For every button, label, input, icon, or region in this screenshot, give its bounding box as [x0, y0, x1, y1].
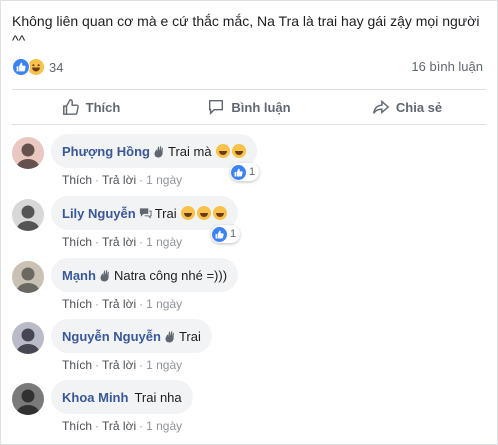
- avatar[interactable]: [12, 137, 44, 169]
- like-reaction-icon: [231, 164, 246, 180]
- comment-reply-link[interactable]: Trả lời: [102, 419, 136, 433]
- separator-dot: ·: [139, 419, 144, 433]
- comment-meta: Thích · Trả lời · 1 ngày: [62, 297, 182, 311]
- comment-bubble: Nguyễn Nguyễn Trai: [51, 319, 212, 353]
- comment-time[interactable]: 1 ngày: [146, 235, 182, 249]
- comment-text: Trai: [178, 328, 201, 344]
- separator-dot: ·: [95, 297, 100, 311]
- comment-item: Khoa Minh Trai nha Thích · Trả lời · 1 ngày: [12, 380, 482, 436]
- separator-dot: ·: [95, 173, 100, 187]
- laughing-emoji-icon: [196, 206, 211, 220]
- share-button[interactable]: Chia sẻ: [328, 90, 486, 124]
- share-button-label: Chia sẻ: [395, 99, 443, 115]
- action-bar: Thích Bình luận Chia sẻ: [12, 90, 486, 124]
- comment-item: Phượng Hồng Trai mà Thích · Trả lời · 1 ngày…: [12, 134, 482, 190]
- separator-dot: ·: [139, 235, 144, 249]
- comment-bubble: Khoa Minh Trai nha: [51, 380, 193, 414]
- comment-button[interactable]: Bình luận: [170, 90, 328, 124]
- separator-dot: ·: [95, 419, 100, 433]
- comment-text: Trai mà: [167, 143, 212, 159]
- laughing-emoji-icon: [231, 144, 246, 158]
- separator-dot: ·: [95, 358, 100, 372]
- separator-dot: ·: [95, 235, 100, 249]
- comment-meta: Thích · Trả lời · 1 ngày: [62, 419, 182, 433]
- speech-bubble-icon: [209, 99, 224, 116]
- laughing-emoji-icon: [212, 206, 227, 220]
- comment-time[interactable]: 1 ngày: [146, 358, 182, 372]
- comment-text: Trai: [154, 205, 177, 221]
- comment-bubble: Mạnh Natra công nhé =))): [51, 258, 239, 292]
- wave-icon: [164, 330, 176, 343]
- post-text: Không liên quan cơ mà e cứ thắc mắc, Na …: [12, 13, 480, 48]
- comment-reply-link[interactable]: Trả lời: [102, 297, 136, 311]
- wave-icon: [99, 269, 111, 282]
- avatar[interactable]: [12, 322, 44, 354]
- wave-icon: [153, 145, 165, 158]
- laughing-emoji-icon: [215, 144, 230, 158]
- comment-reaction-count[interactable]: 1: [211, 225, 241, 243]
- comment-reaction-number: 1: [249, 166, 256, 178]
- comment-reaction-count[interactable]: 1: [230, 163, 260, 181]
- commenter-name[interactable]: Mạnh: [62, 268, 96, 283]
- like-reaction-icon: [12, 58, 30, 76]
- separator-dot: ·: [139, 358, 144, 372]
- commenter-name[interactable]: Nguyễn Nguyễn: [62, 329, 161, 344]
- like-reaction-icon: [212, 226, 227, 242]
- like-button[interactable]: Thích: [12, 90, 170, 124]
- comment-meta: Thích · Trả lời · 1 ngày: [62, 173, 182, 187]
- reaction-count: 34: [49, 59, 64, 75]
- comment-item: Lily Nguyễn Trai Thích · Trả lời · 1 ngày 1: [12, 196, 482, 252]
- comment-time[interactable]: 1 ngày: [146, 297, 182, 311]
- separator-dot: ·: [139, 173, 144, 187]
- comment-time[interactable]: 1 ngày: [146, 173, 182, 187]
- comment-time[interactable]: 1 ngày: [146, 419, 182, 433]
- separator-dot: ·: [139, 297, 144, 311]
- laughing-emoji-icon: [180, 206, 195, 220]
- comment-meta: Thích · Trả lời · 1 ngày: [62, 235, 182, 249]
- comment-reply-link[interactable]: Trả lời: [102, 235, 136, 249]
- comment-meta: Thích · Trả lời · 1 ngày: [62, 358, 182, 372]
- avatar[interactable]: [12, 199, 44, 231]
- divider: [12, 124, 486, 125]
- like-button-label: Thích: [85, 99, 121, 115]
- comment-like-link[interactable]: Thích: [62, 235, 92, 249]
- comment-reply-link[interactable]: Trả lời: [102, 358, 136, 372]
- avatar[interactable]: [12, 383, 44, 415]
- comment-item: Nguyễn Nguyễn Trai Thích · Trả lời · 1 ngày: [12, 319, 482, 375]
- comment-bubble: Phượng Hồng Trai mà: [51, 134, 257, 168]
- comment-reaction-number: 1: [230, 228, 237, 240]
- avatar[interactable]: [12, 261, 44, 293]
- comment-reply-link[interactable]: Trả lời: [102, 173, 136, 187]
- thumbs-up-icon: [62, 99, 79, 115]
- share-arrow-icon: [372, 100, 390, 114]
- comment-item: Mạnh Natra công nhé =))) Thích · Trả lời · 1…: [12, 258, 482, 314]
- comment-text: Trai nha: [134, 389, 182, 405]
- comment-like-link[interactable]: Thích: [62, 419, 92, 433]
- comment-text: Natra công nhé =))): [113, 267, 228, 283]
- post-card: Không liên quan cơ mà e cứ thắc mắc, Na …: [0, 0, 498, 445]
- comment-like-link[interactable]: Thích: [62, 173, 92, 187]
- comment-button-label: Bình luận: [231, 99, 291, 115]
- comment-bubble: Lily Nguyễn Trai: [51, 196, 238, 230]
- commenter-name[interactable]: Lily Nguyễn: [62, 206, 136, 221]
- commenter-name[interactable]: Khoa Minh: [62, 390, 128, 405]
- chat-icon: [139, 207, 152, 219]
- comment-like-link[interactable]: Thích: [62, 358, 92, 372]
- comment-count-link[interactable]: 16 bình luận: [411, 59, 483, 74]
- comment-like-link[interactable]: Thích: [62, 297, 92, 311]
- commenter-name[interactable]: Phượng Hồng: [62, 144, 150, 159]
- reaction-summary[interactable]: 34: [12, 57, 63, 77]
